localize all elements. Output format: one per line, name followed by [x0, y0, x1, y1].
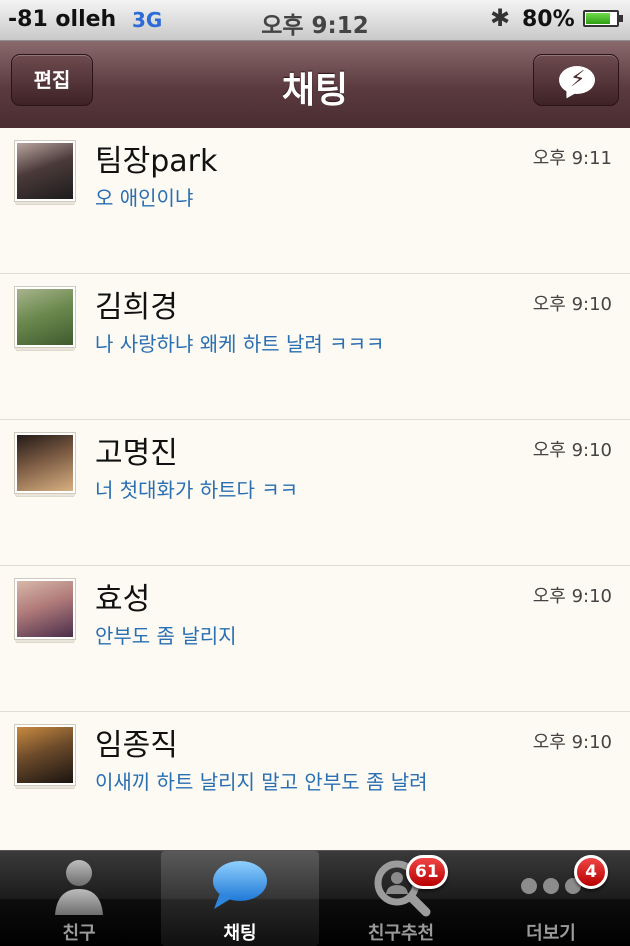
chat-last-message: 이새끼 하트 날리지 말고 안부도 좀 날려	[95, 770, 428, 794]
tab-label: 더보기	[526, 923, 576, 944]
chat-last-message: 너 첫대화가 하트다 ㅋㅋ	[95, 478, 299, 502]
navigation-bar: 편집 채팅 ⚡	[0, 41, 630, 129]
chat-row[interactable]: 임종직 이새끼 하트 날리지 말고 안부도 좀 날려 오후 9:10	[0, 712, 630, 850]
tab-friends[interactable]: 친구	[0, 851, 158, 946]
status-bar: -81 olleh 3G 오후 9:12 ✱ 80%	[0, 0, 630, 41]
chat-name: 효성	[95, 582, 151, 617]
chat-name: 임종직	[95, 728, 178, 763]
avatar	[14, 432, 76, 494]
avatar	[14, 140, 76, 202]
chat-time: 오후 9:10	[532, 440, 612, 461]
chat-last-message: 나 사랑하냐 왜케 하트 날려 ㅋㅋㅋ	[95, 332, 385, 356]
chat-name: 팀장park	[95, 144, 218, 179]
chat-row[interactable]: 김희경 나 사랑하냐 왜케 하트 날려 ㅋㅋㅋ 오후 9:10	[0, 274, 630, 420]
avatar	[14, 578, 76, 640]
tab-more[interactable]: 4 더보기	[472, 851, 630, 946]
notification-badge: 61	[406, 855, 448, 889]
battery-percent: 80%	[522, 7, 575, 32]
chat-row[interactable]: 팀장park 오 애인이냐 오후 9:11	[0, 128, 630, 274]
chat-name: 김희경	[95, 290, 178, 325]
tab-friend-recommend[interactable]: 61 친구추천	[322, 851, 480, 946]
new-chat-button[interactable]: ⚡	[533, 54, 619, 106]
bluetooth-icon: ✱	[490, 4, 511, 32]
tab-label: 친구추천	[367, 923, 435, 944]
chat-time: 오후 9:10	[532, 732, 612, 753]
battery-icon	[583, 10, 623, 27]
chat-time: 오후 9:10	[532, 586, 612, 607]
tab-label: 채팅	[223, 923, 257, 944]
tab-bar: 친구 채팅 61 친구추천 4 더보기	[0, 850, 630, 946]
chat-time: 오후 9:11	[532, 148, 612, 169]
chat-last-message: 오 애인이냐	[95, 186, 194, 210]
tab-label: 친구	[62, 923, 96, 944]
chat-row[interactable]: 고명진 너 첫대화가 하트다 ㅋㅋ 오후 9:10	[0, 420, 630, 566]
avatar	[14, 286, 76, 348]
avatar	[14, 724, 76, 786]
new-chat-icon: ⚡	[559, 66, 595, 102]
chat-time: 오후 9:10	[532, 294, 612, 315]
chat-bubble-icon	[213, 861, 267, 909]
tab-chats[interactable]: 채팅	[161, 851, 319, 946]
chat-row[interactable]: 효성 안부도 좀 날리지 오후 9:10	[0, 566, 630, 712]
chat-list: 팀장park 오 애인이냐 오후 9:11 김희경 나 사랑하냐 왜케 하트 날…	[0, 128, 630, 850]
chat-name: 고명진	[95, 436, 178, 471]
notification-badge: 4	[574, 855, 608, 889]
chat-last-message: 안부도 좀 날리지	[95, 624, 237, 648]
person-icon	[55, 860, 103, 915]
